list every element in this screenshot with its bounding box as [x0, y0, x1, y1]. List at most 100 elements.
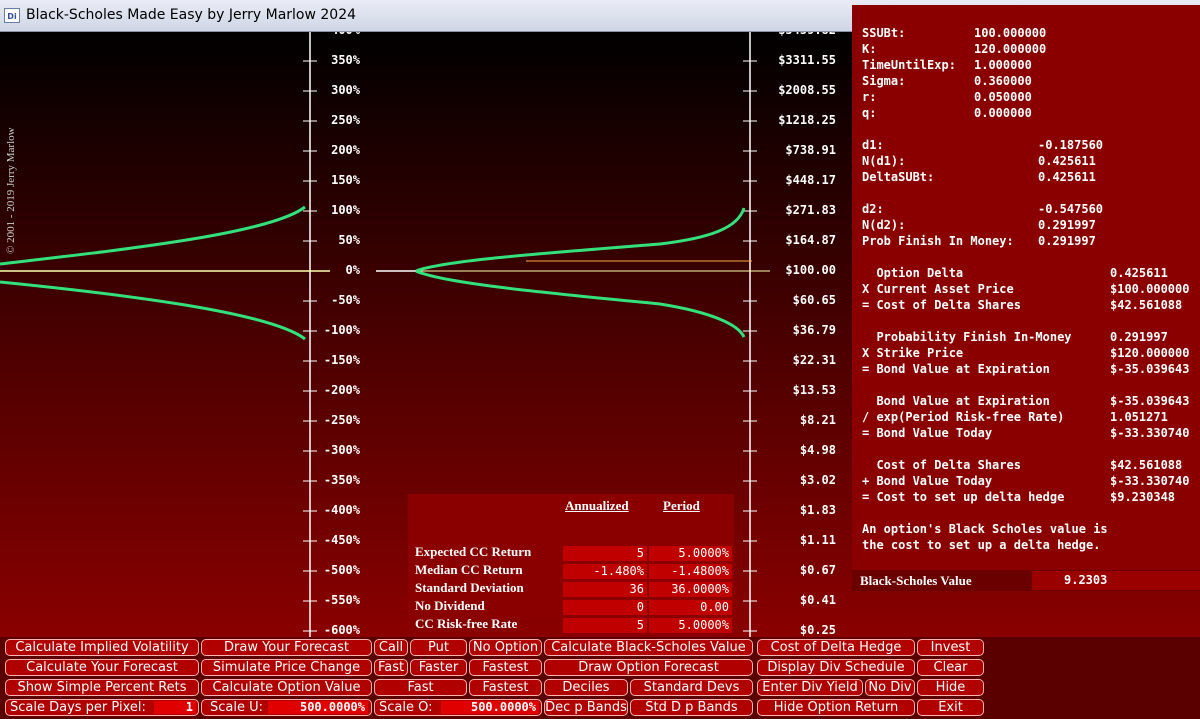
bs-value-field: 9.2303 — [1032, 571, 1200, 590]
clear-button[interactable]: Clear — [917, 659, 984, 676]
pct-axis-label: -150% — [323, 353, 360, 367]
calc-label: = Bond Value at Expiration — [862, 362, 1050, 376]
calc-label: Probability Finish In-Money — [862, 330, 1072, 344]
invest-button[interactable]: Invest — [917, 639, 984, 656]
stats-row-label: No Dividend — [415, 598, 485, 613]
price-axis-label: $22.31 — [792, 353, 836, 367]
calc-value: $-33.330740 — [1110, 426, 1190, 440]
pct-axis-label: -300% — [323, 443, 360, 457]
calc-option-value-button[interactable]: Calculate Option Value — [201, 679, 372, 696]
no-div-button[interactable]: No Div — [865, 679, 915, 696]
pct-axis-label: 400% — [310, 32, 360, 37]
draw-forecast-button[interactable]: Draw Your Forecast — [201, 639, 372, 656]
fast-button-1[interactable]: Fast — [374, 659, 408, 676]
pct-axis-label: 200% — [331, 143, 360, 157]
calc-forecast-button[interactable]: Calculate Your Forecast — [5, 659, 199, 676]
scale-u-input[interactable]: 500.0000% — [268, 701, 368, 714]
app-icon[interactable]: Di — [4, 8, 20, 23]
put-button[interactable]: Put — [410, 639, 467, 656]
std-d-p-bands-button[interactable]: Std D p Bands — [630, 699, 753, 716]
scale-days-field[interactable]: Scale Days per Pixel: 1 — [5, 699, 199, 716]
price-axis-label: $36.79 — [792, 323, 836, 337]
calc-label: Option Delta — [862, 266, 964, 280]
stats-row-label: Standard Deviation — [415, 580, 524, 595]
calc-bs-value-button[interactable]: Calculate Black-Scholes Value — [544, 639, 753, 656]
pct-axis-label: 150% — [331, 173, 360, 187]
show-simple-pct-button[interactable]: Show Simple Percent Rets — [5, 679, 199, 696]
bs-value-box: Black-Scholes Value 9.2303 — [852, 570, 1200, 591]
pct-axis-label: 300% — [331, 83, 360, 97]
calc-label: Cost of Delta Shares — [862, 458, 1021, 472]
hide-button[interactable]: Hide — [917, 679, 984, 696]
stats-period-cell[interactable]: 36.0000% — [649, 582, 732, 597]
price-axis-label: $8.21 — [799, 413, 836, 427]
stats-annualized-cell[interactable]: 36 — [563, 582, 647, 597]
calc-value: 100.000000 — [974, 26, 1047, 40]
calc-label: Prob Finish In Money: — [862, 234, 1014, 248]
exit-button[interactable]: Exit — [917, 699, 984, 716]
price-axis-label: $1.11 — [799, 533, 836, 547]
scale-days-input[interactable]: 1 — [154, 701, 196, 714]
deciles-button[interactable]: Deciles — [544, 679, 628, 696]
pct-axis-label: -450% — [323, 533, 360, 547]
stats-period-cell[interactable]: -1.4800% — [649, 564, 732, 579]
stats-annualized-cell[interactable]: 0 — [563, 600, 647, 615]
scale-u-field[interactable]: Scale U: 500.0000% — [201, 699, 372, 716]
price-axis-label: $0.25 — [799, 623, 836, 637]
scale-o-label: Scale O: — [379, 700, 433, 715]
hide-option-return-button[interactable]: Hide Option Return — [757, 699, 915, 716]
call-button[interactable]: Call — [374, 639, 408, 656]
calc-value: 0.425611 — [1038, 154, 1096, 168]
calc-value: $42.561088 — [1110, 298, 1183, 312]
price-axis-label: $738.91 — [785, 143, 836, 157]
stats-period-cell[interactable]: 5.0000% — [649, 546, 732, 561]
calc-value: 0.425611 — [1038, 170, 1096, 184]
display-div-schedule-button[interactable]: Display Div Schedule — [757, 659, 915, 676]
fastest-button-1[interactable]: Fastest — [469, 659, 542, 676]
calc-value: $42.561088 — [1110, 458, 1183, 472]
price-axis-label: $4.98 — [799, 443, 836, 457]
calc-value: -0.187560 — [1038, 138, 1104, 152]
simulate-price-button[interactable]: Simulate Price Change — [201, 659, 372, 676]
draw-option-forecast-button[interactable]: Draw Option Forecast — [544, 659, 753, 676]
window-title: Black-Scholes Made Easy by Jerry Marlow … — [26, 7, 357, 23]
calc-label: d1: — [862, 138, 884, 152]
calc-implied-vol-button[interactable]: Calculate Implied Volatility — [5, 639, 199, 656]
price-axis-label: $5459.82 — [772, 32, 836, 37]
calc-value: 1.000000 — [974, 58, 1032, 72]
fast-button-2[interactable]: Fast — [374, 679, 467, 696]
faster-button[interactable]: Faster — [410, 659, 467, 676]
dec-p-bands-button[interactable]: Dec p Bands — [544, 699, 628, 716]
scale-o-input[interactable]: 500.0000% — [441, 701, 539, 714]
calc-note-line: the cost to set up a delta hedge. — [862, 538, 1101, 552]
scale-o-field[interactable]: Scale O: 500.0000% — [374, 699, 542, 716]
stats-annualized-cell[interactable]: -1.480% — [563, 564, 647, 579]
enter-div-yield-button[interactable]: Enter Div Yield — [757, 679, 863, 696]
cost-delta-hedge-button[interactable]: Cost of Delta Hedge — [757, 639, 915, 656]
stats-annualized-cell[interactable]: 5 — [563, 618, 647, 633]
stats-period-cell[interactable]: 5.0000% — [649, 618, 732, 633]
pct-axis-label: -600% — [323, 623, 360, 637]
bs-value-text: 9.2303 — [1064, 573, 1108, 587]
pct-axis-label: 0% — [345, 263, 360, 277]
calc-value: 0.291997 — [1038, 218, 1096, 232]
no-option-button[interactable]: No Option — [469, 639, 542, 656]
price-axis-label: $164.87 — [785, 233, 836, 247]
calc-value: 120.000000 — [974, 42, 1047, 56]
price-axis-label: $60.65 — [792, 293, 836, 307]
calc-label: = Cost of Delta Shares — [862, 298, 1021, 312]
price-axis-label: $1218.25 — [778, 113, 836, 127]
pct-axis-label: -250% — [323, 413, 360, 427]
stats-header-annualized: Annualized — [565, 498, 629, 513]
left-upper-curve — [0, 205, 306, 266]
stats-annualized-cell[interactable]: 5 — [563, 546, 647, 561]
stats-row-label: CC Risk-free Rate — [415, 616, 518, 631]
pct-axis-label: -550% — [323, 593, 360, 607]
price-axis-label: $3.02 — [799, 473, 836, 487]
fastest-button-2[interactable]: Fastest — [469, 679, 542, 696]
calc-label: K: — [862, 42, 877, 56]
stats-period-cell[interactable]: 0.00 — [649, 600, 732, 615]
calc-label: + Bond Value Today — [862, 474, 993, 488]
stats-row-label: Median CC Return — [415, 562, 523, 577]
standard-devs-button[interactable]: Standard Devs — [630, 679, 753, 696]
